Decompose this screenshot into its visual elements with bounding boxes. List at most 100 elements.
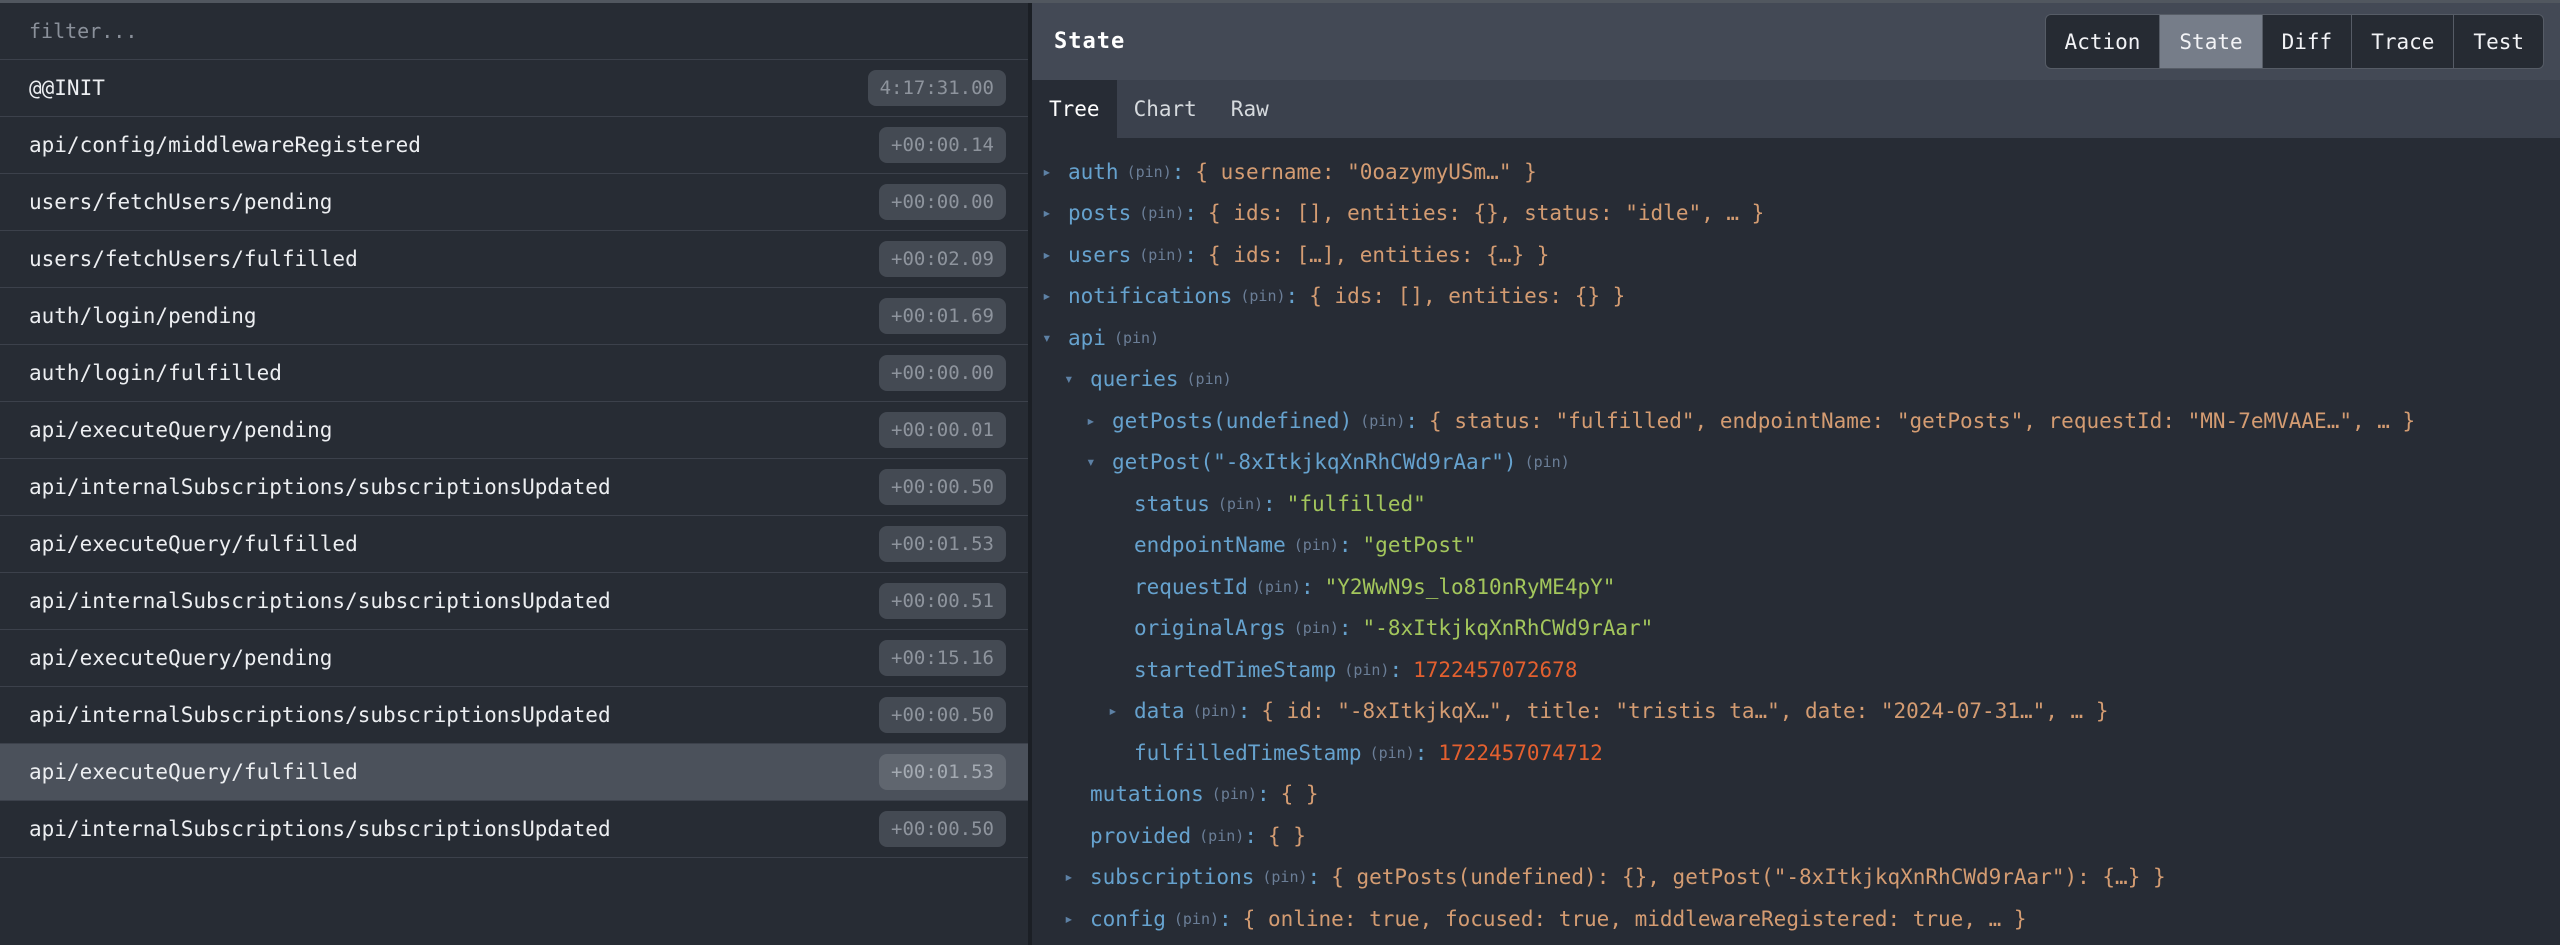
expand-arrow-icon[interactable]: ▸	[1042, 247, 1068, 263]
tree-node[interactable]: ▾queries(pin)	[1032, 359, 2560, 401]
tab-state[interactable]: State	[2159, 15, 2261, 68]
action-list-item[interactable]: @@INIT4:17:31.00	[0, 60, 1028, 117]
tree-node[interactable]: ▸posts(pin):{ ids: [], entities: {}, sta…	[1032, 193, 2560, 235]
action-filter-input[interactable]	[0, 19, 1028, 43]
action-list-item[interactable]: api/executeQuery/fulfilled+00:01.53	[0, 744, 1028, 801]
expand-arrow-icon[interactable]: ▸	[1086, 413, 1112, 429]
tab-test[interactable]: Test	[2453, 15, 2543, 68]
action-list-item[interactable]: api/internalSubscriptions/subscriptionsU…	[0, 687, 1028, 744]
node-value: { username: "0oazymyUSm…" }	[1195, 160, 1536, 184]
pin-button[interactable]: (pin)	[1256, 578, 1301, 596]
action-list-item[interactable]: api/executeQuery/fulfilled+00:01.53	[0, 516, 1028, 573]
pin-button[interactable]: (pin)	[1370, 744, 1415, 762]
expand-arrow-icon[interactable]: ▸	[1042, 205, 1068, 221]
tree-node[interactable]: ▸subscriptions(pin):{ getPosts(undefined…	[1032, 857, 2560, 899]
pin-button[interactable]: (pin)	[1212, 785, 1257, 803]
tree-node[interactable]: originalArgs(pin):"-8xItkjkqXnRhCWd9rAar…	[1032, 608, 2560, 650]
tree-node[interactable]: status(pin):"fulfilled"	[1032, 483, 2560, 525]
tree-node[interactable]: endpointName(pin):"getPost"	[1032, 525, 2560, 567]
action-timestamp-badge: +00:15.16	[879, 640, 1006, 676]
tree-node[interactable]: ▸auth(pin):{ username: "0oazymyUSm…" }	[1032, 151, 2560, 193]
action-list-item[interactable]: api/executeQuery/pending+00:00.01	[0, 402, 1028, 459]
collapse-arrow-icon[interactable]: ▾	[1042, 330, 1068, 346]
action-list-item[interactable]: api/internalSubscriptions/subscriptionsU…	[0, 459, 1028, 516]
tree-node[interactable]: ▾api(pin)	[1032, 317, 2560, 359]
action-list-item[interactable]: users/fetchUsers/fulfilled+00:02.09	[0, 231, 1028, 288]
pin-button[interactable]: (pin)	[1240, 287, 1285, 305]
node-value: { ids: [], entities: {}, status: "idle",…	[1208, 201, 1764, 225]
expand-arrow-icon[interactable]: ▸	[1042, 288, 1068, 304]
node-value: { ids: [], entities: {} }	[1309, 284, 1625, 308]
node-key: getPost("-8xItkjkqXnRhCWd9rAar")	[1112, 450, 1517, 474]
tree-node[interactable]: ▸users(pin):{ ids: […], entities: {…} }	[1032, 234, 2560, 276]
action-list-item[interactable]: api/executeQuery/pending+00:15.16	[0, 630, 1028, 687]
pin-button[interactable]: (pin)	[1139, 204, 1184, 222]
pin-button[interactable]: (pin)	[1114, 329, 1159, 347]
action-timestamp-badge: +00:02.09	[879, 241, 1006, 277]
tree-node[interactable]: ▸getPosts(undefined)(pin):{ status: "ful…	[1032, 400, 2560, 442]
node-key: fulfilledTimeStamp	[1134, 741, 1362, 765]
inspector-panel: State ActionStateDiffTraceTest TreeChart…	[1032, 3, 2560, 945]
pin-button[interactable]: (pin)	[1294, 619, 1339, 637]
action-list-item[interactable]: auth/login/pending+00:01.69	[0, 288, 1028, 345]
collapse-arrow-icon[interactable]: ▾	[1064, 371, 1090, 387]
action-name: api/executeQuery/pending	[29, 418, 332, 442]
node-colon: :	[1263, 492, 1276, 516]
pin-button[interactable]: (pin)	[1174, 910, 1219, 928]
tree-node[interactable]: fulfilledTimeStamp(pin):1722457074712	[1032, 732, 2560, 774]
node-colon: :	[1238, 699, 1251, 723]
pin-button[interactable]: (pin)	[1199, 827, 1244, 845]
node-key: notifications	[1068, 284, 1232, 308]
tree-node[interactable]: mutations(pin):{ }	[1032, 774, 2560, 816]
subtab-tree[interactable]: Tree	[1032, 80, 1117, 138]
action-list-item[interactable]: api/internalSubscriptions/subscriptionsU…	[0, 573, 1028, 630]
expand-arrow-icon[interactable]: ▸	[1042, 164, 1068, 180]
pin-button[interactable]: (pin)	[1187, 370, 1232, 388]
node-colon: :	[1308, 865, 1321, 889]
expand-arrow-icon[interactable]: ▸	[1064, 869, 1090, 885]
collapse-arrow-icon[interactable]: ▾	[1086, 454, 1112, 470]
tree-node[interactable]: ▸config(pin):{ online: true, focused: tr…	[1032, 898, 2560, 940]
expand-arrow-icon[interactable]: ▸	[1108, 703, 1134, 719]
node-value: "-8xItkjkqXnRhCWd9rAar"	[1363, 616, 1654, 640]
node-key: provided	[1090, 824, 1191, 848]
action-timestamp-badge: +00:00.00	[879, 355, 1006, 391]
tree-node[interactable]: ▸notifications(pin):{ ids: [], entities:…	[1032, 276, 2560, 318]
tab-trace[interactable]: Trace	[2351, 15, 2453, 68]
panel-title: State	[1054, 29, 1125, 54]
tree-node[interactable]: provided(pin):{ }	[1032, 815, 2560, 857]
node-key: status	[1134, 492, 1210, 516]
node-key: mutations	[1090, 782, 1204, 806]
action-list-item[interactable]: api/internalSubscriptions/subscriptionsU…	[0, 801, 1028, 858]
tree-node[interactable]: requestId(pin):"Y2WwN9s_lo810nRyME4pY"	[1032, 566, 2560, 608]
action-name: auth/login/pending	[29, 304, 257, 328]
pin-button[interactable]: (pin)	[1525, 453, 1570, 471]
action-list-item[interactable]: api/config/middlewareRegistered+00:00.14	[0, 117, 1028, 174]
action-list-item[interactable]: auth/login/fulfilled+00:00.00	[0, 345, 1028, 402]
node-value: { status: "fulfilled", endpointName: "ge…	[1429, 409, 2415, 433]
subtab-raw[interactable]: Raw	[1214, 80, 1286, 138]
node-value: { }	[1281, 782, 1319, 806]
pin-button[interactable]: (pin)	[1262, 868, 1307, 886]
action-list-item[interactable]: users/fetchUsers/pending+00:00.00	[0, 174, 1028, 231]
subtab-chart[interactable]: Chart	[1117, 80, 1214, 138]
pin-button[interactable]: (pin)	[1139, 246, 1184, 264]
node-colon: :	[1339, 616, 1352, 640]
tree-node[interactable]: ▸data(pin):{ id: "-8xItkjkqX…", title: "…	[1032, 691, 2560, 733]
action-timestamp-badge: +00:00.51	[879, 583, 1006, 619]
tab-action[interactable]: Action	[2046, 15, 2160, 68]
pin-button[interactable]: (pin)	[1294, 536, 1339, 554]
pin-button[interactable]: (pin)	[1127, 163, 1172, 181]
tab-diff[interactable]: Diff	[2262, 15, 2352, 68]
action-name: api/executeQuery/fulfilled	[29, 532, 358, 556]
pin-button[interactable]: (pin)	[1344, 661, 1389, 679]
pin-button[interactable]: (pin)	[1193, 702, 1238, 720]
pin-button[interactable]: (pin)	[1218, 495, 1263, 513]
node-colon: :	[1244, 824, 1257, 848]
action-list: @@INIT4:17:31.00api/config/middlewareReg…	[0, 60, 1028, 858]
node-colon: :	[1301, 575, 1314, 599]
expand-arrow-icon[interactable]: ▸	[1064, 911, 1090, 927]
tree-node[interactable]: startedTimeStamp(pin):1722457072678	[1032, 649, 2560, 691]
pin-button[interactable]: (pin)	[1360, 412, 1405, 430]
tree-node[interactable]: ▾getPost("-8xItkjkqXnRhCWd9rAar") (pin)	[1032, 442, 2560, 484]
